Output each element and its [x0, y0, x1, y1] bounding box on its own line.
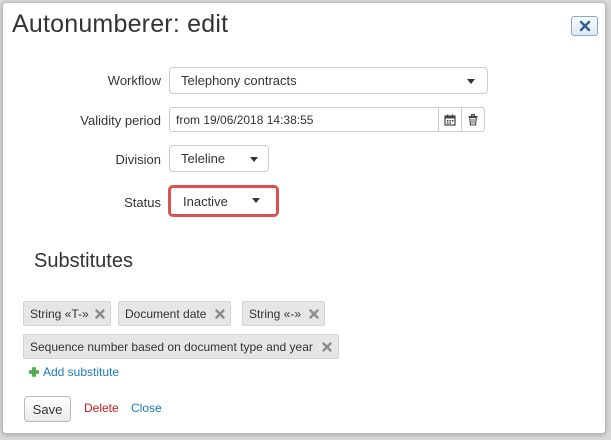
- status-select[interactable]: Inactive: [172, 189, 275, 213]
- substitute-chip: Sequence number based on document type a…: [23, 334, 339, 359]
- remove-icon[interactable]: [322, 342, 332, 352]
- calendar-icon: [444, 114, 456, 126]
- add-substitute-link[interactable]: Add substitute: [29, 365, 119, 379]
- workflow-select[interactable]: Telephony contracts: [169, 67, 488, 94]
- dialog-close-button[interactable]: [571, 16, 598, 36]
- substitute-chip-label: Sequence number based on document type a…: [30, 339, 313, 354]
- validity-period-input[interactable]: from 19/06/2018 14:38:55: [169, 107, 439, 132]
- division-select[interactable]: Teleline: [169, 145, 269, 172]
- plus-icon: [29, 367, 39, 377]
- save-button[interactable]: Save: [24, 396, 71, 422]
- validity-period-label: Validity period: [80, 113, 161, 128]
- delete-link[interactable]: Delete: [84, 401, 119, 415]
- close-icon: [579, 20, 590, 32]
- calendar-button[interactable]: [438, 107, 462, 132]
- substitute-chip: String «T-»: [23, 301, 111, 326]
- chevron-down-icon: [250, 157, 258, 162]
- chevron-down-icon: [252, 198, 260, 203]
- status-value: Inactive: [183, 193, 228, 209]
- remove-icon[interactable]: [215, 309, 225, 319]
- division-label: Division: [115, 152, 161, 167]
- status-highlight: Inactive: [168, 185, 279, 217]
- workflow-value: Telephony contracts: [181, 73, 297, 88]
- status-label: Status: [124, 195, 161, 210]
- remove-icon[interactable]: [309, 309, 319, 319]
- add-substitute-label: Add substitute: [43, 365, 120, 379]
- division-value: Teleline: [181, 151, 226, 166]
- chevron-down-icon: [467, 79, 475, 84]
- workflow-label: Workflow: [107, 73, 161, 88]
- substitute-chip: Document date: [118, 301, 231, 326]
- substitute-chip: String «-»: [242, 301, 325, 326]
- substitute-chip-label: String «T-»: [30, 306, 89, 321]
- substitute-chip-label: String «-»: [249, 306, 302, 321]
- trash-icon: [468, 113, 478, 126]
- dialog-title: Autonumberer: edit: [12, 10, 229, 38]
- edit-dialog: Autonumberer: edit Workflow Telephony co…: [2, 2, 606, 434]
- validity-period-value: from 19/06/2018 14:38:55: [176, 112, 314, 127]
- close-link[interactable]: Close: [131, 401, 162, 415]
- substitute-chip-label: Document date: [125, 306, 207, 321]
- substitutes-heading: Substitutes: [34, 250, 133, 272]
- clear-date-button[interactable]: [461, 107, 485, 132]
- remove-icon[interactable]: [95, 309, 105, 319]
